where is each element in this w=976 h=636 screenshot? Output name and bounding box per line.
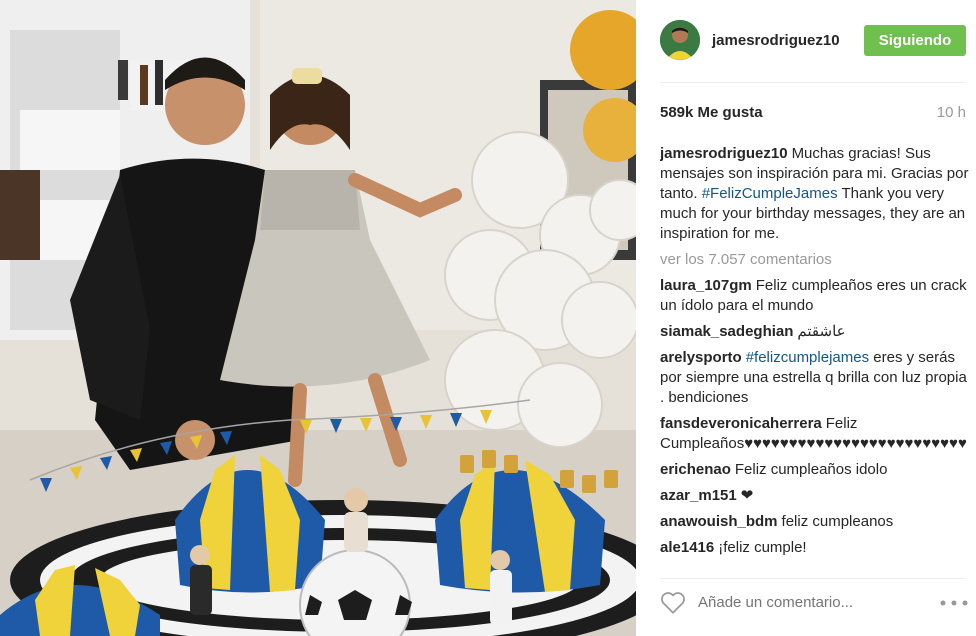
add-comment-input[interactable]: [698, 591, 908, 613]
post-time[interactable]: 10 h: [937, 104, 966, 121]
comment-username[interactable]: arelysporto: [660, 349, 742, 366]
comment-item: fansdeveronicaherrera Feliz Cumpleaños♥♥♥…: [660, 414, 970, 454]
comment-item: laura_107gm Feliz cumpleaños eres un crac…: [660, 276, 970, 316]
comment-item: anawouish_bdm feliz cumpleanos: [660, 512, 970, 532]
birthday-photo-illustration: [0, 0, 636, 636]
following-button[interactable]: Siguiendo: [864, 25, 966, 56]
post-header: jamesrodriguez10 Siguiendo: [660, 20, 966, 62]
comment-username[interactable]: siamak_sadeghian: [660, 323, 793, 340]
post-sidebar: jamesrodriguez10 Siguiendo 589k Me gusta…: [636, 0, 976, 636]
header-divider: [660, 82, 966, 83]
caption-username[interactable]: jamesrodriguez10: [660, 145, 788, 162]
view-all-comments-link[interactable]: ver los 7.057 comentarios: [660, 250, 970, 270]
comment-item: arelysporto #felizcumplejames eres y será…: [660, 348, 970, 408]
comment-username[interactable]: anawouish_bdm: [660, 513, 778, 530]
comment-username[interactable]: erichenao: [660, 461, 731, 478]
caption-hashtag[interactable]: #FelizCumpleJames: [702, 185, 838, 202]
heart-outline-icon[interactable]: [660, 591, 686, 615]
comment-text: عاشقتم: [797, 323, 846, 340]
comment-item: ale1416 ¡feliz cumple!: [660, 538, 970, 558]
avatar-image: [660, 20, 700, 60]
post-stats: 589k Me gusta 10 h: [660, 104, 966, 124]
comment-username[interactable]: laura_107gm: [660, 277, 752, 294]
avatar[interactable]: [660, 20, 700, 60]
comment-text: feliz cumpleanos: [781, 513, 894, 530]
comment-text: ¡feliz cumple!: [718, 539, 807, 556]
comment-text: ❤: [740, 487, 754, 504]
more-options-icon[interactable]: [940, 600, 968, 606]
post-view: jamesrodriguez10 Siguiendo 589k Me gusta…: [0, 0, 976, 636]
post-photo[interactable]: [0, 0, 636, 636]
comment-hashtag[interactable]: #felizcumplejames: [746, 349, 869, 366]
caption: jamesrodriguez10 Muchas gracias! Sus mens…: [660, 144, 970, 244]
comment-text: Feliz cumpleaños idolo: [734, 461, 888, 478]
comment-item: siamak_sadeghian عاشقتم: [660, 322, 970, 342]
comment-item: erichenao Feliz cumpleaños idolo: [660, 460, 970, 480]
comment-username[interactable]: azar_m151: [660, 487, 737, 504]
comment-username[interactable]: fansdeveronicaherrera: [660, 415, 822, 432]
likes-count[interactable]: 589k Me gusta: [660, 104, 763, 121]
comment-item: azar_m151 ❤: [660, 486, 970, 506]
footer-divider: [660, 578, 966, 579]
comment-username[interactable]: ale1416: [660, 539, 714, 556]
comments-list[interactable]: jamesrodriguez10 Muchas gracias! Sus mens…: [660, 144, 970, 566]
post-username[interactable]: jamesrodriguez10: [712, 32, 840, 49]
